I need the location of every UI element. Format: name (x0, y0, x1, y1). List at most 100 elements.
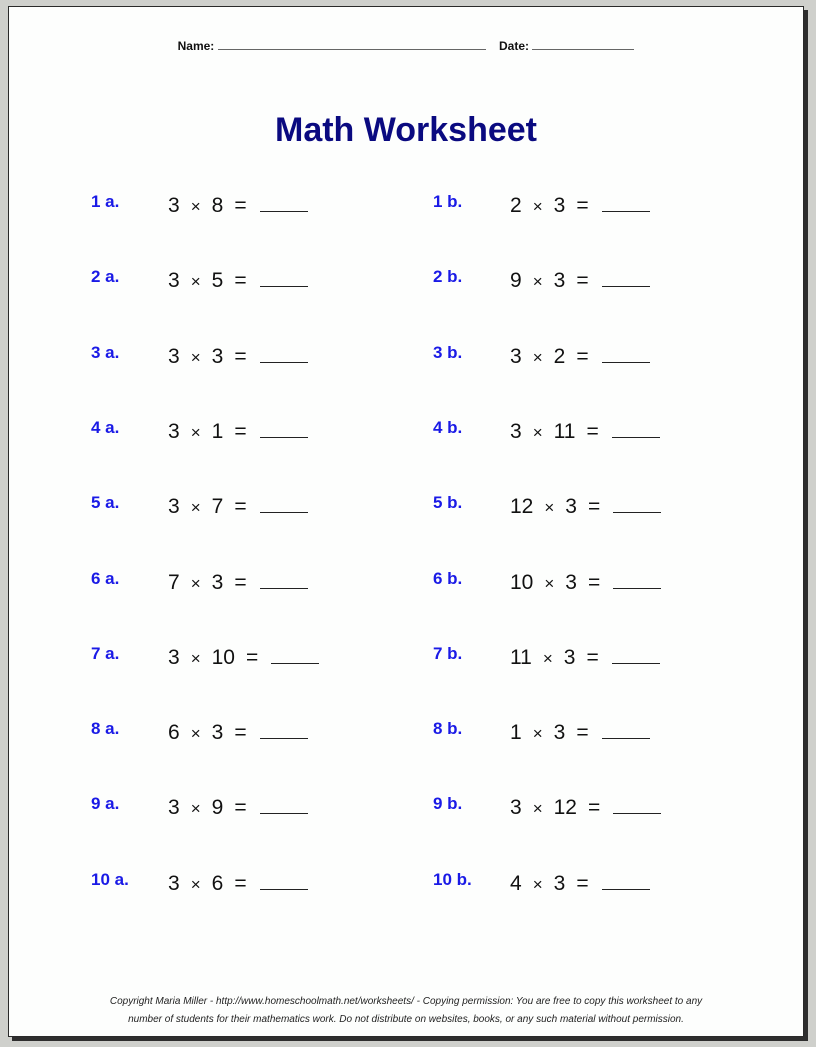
times-symbol: × (544, 498, 555, 518)
copyright-footer: Copyright Maria Miller - http://www.home… (9, 993, 803, 1029)
answer-blank[interactable] (271, 647, 320, 664)
problem-expression: 6 × 3 = (168, 721, 319, 745)
operand-1: 3 (510, 419, 522, 443)
equals-symbol: = (234, 721, 247, 745)
equals-symbol: = (576, 269, 589, 293)
times-symbol: × (190, 498, 201, 518)
problem-label: 1 a. (91, 192, 120, 211)
operand-2: 2 (553, 344, 566, 368)
answer-blank[interactable] (601, 270, 650, 288)
times-symbol: × (532, 799, 543, 819)
problem-expression: 9 × 3 = (510, 269, 661, 293)
answer-blank[interactable] (259, 195, 308, 212)
problem-label: 5 b. (433, 493, 463, 513)
problem-label: 1 b. (433, 192, 463, 211)
answer-blank[interactable] (601, 873, 650, 890)
times-symbol: × (190, 422, 201, 442)
answer-blank[interactable] (601, 346, 650, 363)
answer-blank[interactable] (259, 797, 308, 815)
operand-2: 8 (211, 194, 224, 217)
answer-blank[interactable] (259, 873, 308, 890)
problem-expression: 3 × 9 = (168, 796, 319, 820)
answer-blank[interactable] (611, 421, 660, 438)
operand-1: 7 (168, 570, 180, 594)
problem-expression: 4 × 3 = (510, 872, 661, 896)
equals-symbol: = (576, 344, 589, 368)
operand-1: 6 (168, 721, 180, 745)
equals-symbol: = (234, 344, 247, 368)
times-symbol: × (190, 197, 201, 216)
answer-blank[interactable] (601, 722, 650, 740)
operand-1: 4 (510, 871, 522, 895)
footer-line-1: Copyright Maria Miller - http://www.home… (109, 996, 703, 1007)
answer-blank[interactable] (613, 797, 662, 815)
problem-expression: 11 × 3 = (510, 646, 671, 670)
problem-label: 10 b. (433, 869, 472, 889)
equals-symbol: = (245, 645, 259, 669)
answer-blank[interactable] (259, 496, 308, 514)
name-field[interactable] (217, 39, 486, 50)
problem-expression: 3 × 2 = (510, 345, 661, 369)
operand-1: 9 (510, 269, 522, 293)
answer-blank[interactable] (613, 572, 662, 589)
operand-2: 1 (211, 419, 224, 443)
times-symbol: × (532, 272, 543, 292)
operand-2: 10 (211, 645, 235, 669)
operand-1: 10 (510, 570, 534, 594)
equals-symbol: = (234, 871, 247, 895)
operand-1: 3 (510, 344, 522, 368)
problem-expression: 1 × 3 = (510, 721, 661, 745)
operand-2: 3 (211, 344, 224, 368)
operand-2: 5 (211, 269, 224, 293)
times-symbol: × (190, 347, 201, 367)
problem-label: 6 b. (433, 568, 463, 588)
equals-symbol: = (234, 796, 247, 820)
times-symbol: × (532, 874, 543, 894)
times-symbol: × (190, 272, 201, 292)
times-symbol: × (532, 197, 543, 216)
answer-blank[interactable] (613, 496, 662, 514)
operand-1: 3 (168, 269, 180, 293)
times-symbol: × (190, 724, 201, 744)
answer-blank[interactable] (259, 421, 308, 438)
equals-symbol: = (234, 269, 247, 293)
times-symbol: × (532, 422, 543, 442)
answer-blank[interactable] (611, 647, 660, 664)
answer-blank[interactable] (259, 346, 308, 363)
equals-symbol: = (587, 495, 601, 519)
operand-2: 3 (563, 645, 576, 669)
answer-blank[interactable] (259, 722, 308, 740)
problem-expression: 3 × 12 = (510, 796, 672, 820)
problem-expression: 7 × 3 = (168, 571, 319, 595)
operand-2: 9 (211, 796, 224, 820)
times-symbol: × (544, 573, 555, 593)
operand-2: 3 (211, 721, 224, 745)
problem-expression: 10 × 3 = (510, 571, 672, 595)
operand-2: 3 (553, 269, 566, 293)
problem-expression: 3 × 8 = (168, 194, 319, 218)
answer-blank[interactable] (601, 195, 650, 212)
problem-expression: 3 × 3 = (168, 345, 319, 369)
operand-1: 12 (510, 495, 534, 519)
answer-blank[interactable] (259, 572, 308, 589)
operand-1: 3 (168, 194, 180, 217)
problem-expression: 3 × 10 = (168, 646, 330, 670)
operand-1: 3 (168, 645, 180, 669)
problem-label: 2 b. (433, 267, 463, 287)
answer-blank[interactable] (259, 270, 308, 288)
problem-label: 6 a. (91, 568, 120, 588)
problem-label: 9 a. (91, 794, 120, 814)
operand-1: 3 (168, 495, 180, 519)
problem-label: 3 b. (433, 342, 463, 362)
operand-1: 1 (510, 721, 522, 745)
equals-symbol: = (576, 194, 589, 217)
equals-symbol: = (586, 645, 599, 669)
equals-symbol: = (234, 194, 247, 217)
operand-1: 11 (510, 645, 532, 669)
problem-label: 7 b. (433, 643, 463, 663)
date-field[interactable] (532, 39, 635, 50)
operand-1: 2 (510, 194, 522, 217)
problem-expression: 3 × 5 = (168, 269, 319, 293)
operand-1: 3 (168, 871, 180, 895)
operand-1: 3 (168, 796, 180, 820)
